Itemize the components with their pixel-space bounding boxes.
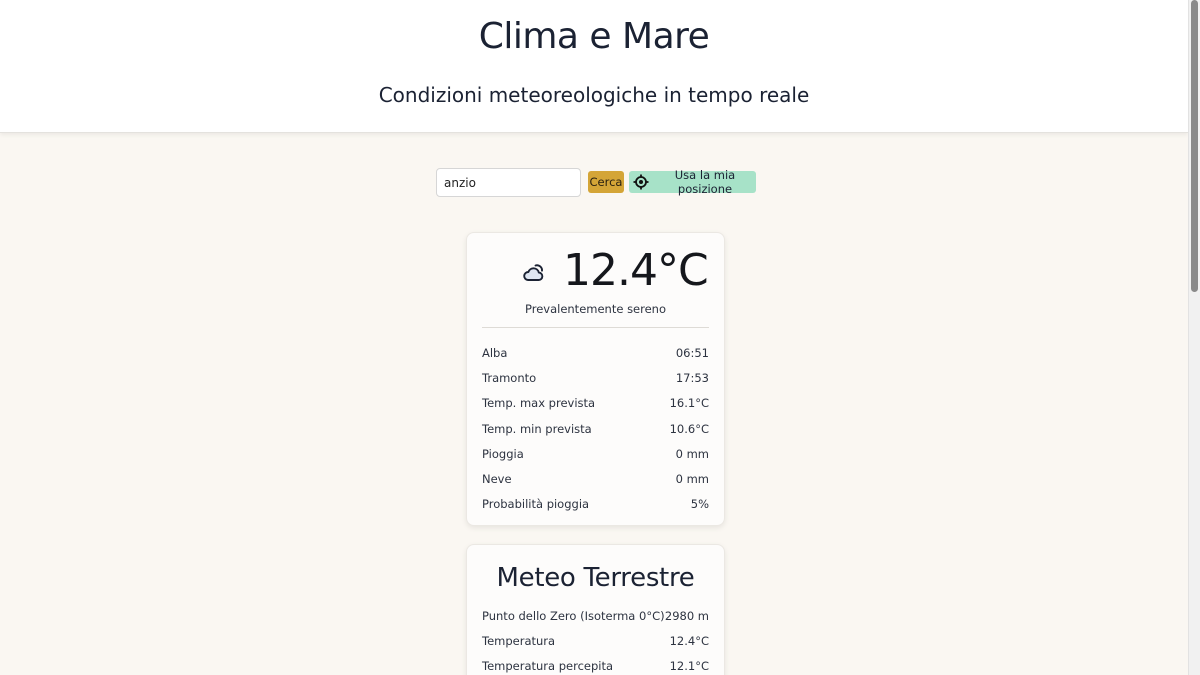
detail-label: Alba — [482, 345, 508, 360]
use-my-location-label: Usa la mia posizione — [674, 168, 736, 196]
detail-label: Temperatura — [482, 633, 556, 648]
city-search-input[interactable] — [436, 168, 581, 197]
detail-label: Pioggia — [482, 446, 524, 461]
current-weather-card: 12.4°C Prevalentemente sereno Alba 06:51… — [466, 232, 725, 526]
site-subtitle: Condizioni meteoreologiche in tempo real… — [378, 83, 810, 107]
detail-row-freezing-level: Punto dello Zero (Isoterma 0°C) 2980 m — [482, 603, 709, 628]
detail-label: Tramonto — [482, 370, 537, 385]
detail-label: Temp. max prevista — [482, 396, 596, 411]
detail-value: 0 mm — [675, 472, 709, 487]
detail-label: Probabilità pioggia — [482, 497, 590, 512]
detail-value: 12.1°C — [669, 659, 709, 674]
land-weather-title: Meteo Terrestre — [496, 563, 695, 593]
detail-value: 10.6°C — [669, 421, 709, 436]
current-details-list: Alba 06:51 Tramonto 17:53 Temp. max prev… — [482, 340, 709, 517]
detail-row-sunrise: Alba 06:51 — [482, 340, 709, 365]
land-details-list: Punto dello Zero (Isoterma 0°C) 2980 m T… — [482, 603, 709, 675]
detail-row-snow: Neve 0 mm — [482, 466, 709, 491]
detail-value: 0 mm — [675, 446, 709, 461]
site-title: Clima e Mare — [478, 16, 710, 57]
detail-row-temp-min: Temp. min prevista 10.6°C — [482, 416, 709, 441]
detail-value: 2980 m — [664, 608, 709, 623]
use-my-location-button[interactable]: Usa la mia posizione — [629, 168, 756, 196]
detail-value: 5% — [690, 497, 709, 512]
detail-value: 06:51 — [675, 345, 709, 360]
detail-value: 16.1°C — [669, 396, 709, 411]
detail-row-rain-probability: Probabilità pioggia 5% — [482, 492, 709, 517]
detail-label: Neve — [482, 472, 512, 487]
detail-label: Punto dello Zero (Isoterma 0°C) — [482, 608, 665, 623]
detail-label: Temp. min prevista — [482, 421, 592, 436]
detail-row-sunset: Tramonto 17:53 — [482, 365, 709, 390]
site-header: Clima e Mare Condizioni meteoreologiche … — [0, 0, 1188, 133]
page-scrollbar[interactable] — [1188, 0, 1200, 675]
detail-label: Temperatura percepita — [482, 659, 614, 674]
partly-cloudy-icon — [521, 259, 547, 285]
current-temperature: 12.4°C — [563, 245, 709, 296]
browser-viewport: Clima e Mare Condizioni meteoreologiche … — [0, 0, 1200, 675]
detail-row-feels-like: Temperatura percepita 12.1°C — [482, 654, 709, 675]
search-button[interactable]: Cerca — [588, 171, 624, 193]
scrollbar-thumb[interactable] — [1191, 0, 1198, 292]
detail-row-temp-max: Temp. max prevista 16.1°C — [482, 391, 709, 416]
detail-row-rain: Pioggia 0 mm — [482, 441, 709, 466]
card-divider — [482, 327, 709, 328]
page: Clima e Mare Condizioni meteoreologiche … — [0, 0, 1188, 675]
weather-condition: Prevalentemente sereno — [524, 302, 667, 316]
land-weather-card: Meteo Terrestre Punto dello Zero (Isoter… — [466, 544, 725, 675]
detail-value: 12.4°C — [669, 633, 709, 648]
crosshair-location-icon — [633, 174, 649, 190]
detail-row-temperature: Temperatura 12.4°C — [482, 628, 709, 653]
detail-value: 17:53 — [675, 370, 709, 385]
